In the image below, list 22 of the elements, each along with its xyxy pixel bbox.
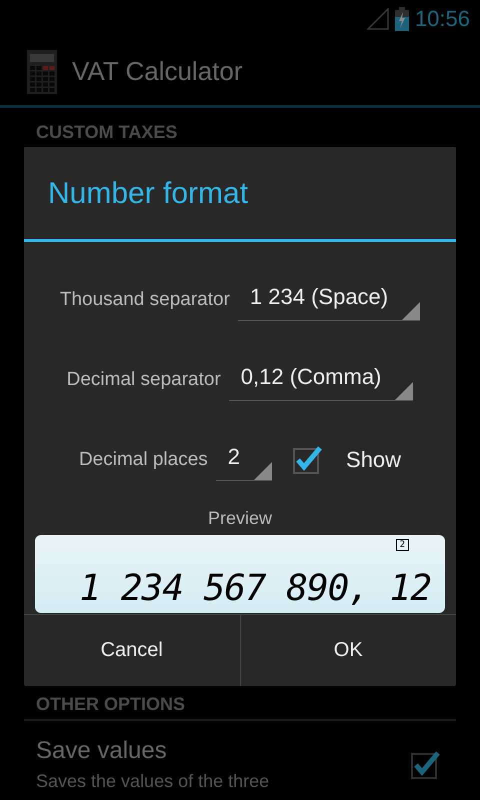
- battery-charging-icon: [394, 7, 409, 31]
- dropdown[interactable]: 1 234 (Space): [238, 280, 420, 320]
- checkbox-label: Show: [346, 447, 402, 473]
- dropdown[interactable]: 0,12 (Comma): [228, 360, 414, 400]
- field-label: Decimal separator: [66, 369, 221, 391]
- dialog-button[interactable]: OK: [240, 615, 456, 686]
- preview-label: Preview: [208, 508, 272, 529]
- signal-icon: [366, 8, 389, 30]
- clock: 10:56: [414, 6, 470, 32]
- field-label: Thousand separator: [60, 289, 230, 311]
- setting-summary: Saves the values of the three: [36, 771, 270, 792]
- display-number: 1 234 567 890, 12: [80, 568, 431, 609]
- dropdown[interactable]: 2: [216, 440, 272, 480]
- dropdown-corner-icon: [402, 302, 420, 320]
- dialog-title: Number format: [24, 147, 456, 242]
- calculator-icon: [26, 48, 58, 96]
- dropdown-corner-icon: [254, 462, 272, 480]
- decimal-indicator: 2: [396, 539, 409, 551]
- setting-title: Save values: [36, 737, 168, 765]
- app-title: VAT Calculator: [72, 56, 243, 87]
- dropdown-corner-icon: [395, 382, 414, 400]
- field-label: Decimal places: [78, 449, 208, 471]
